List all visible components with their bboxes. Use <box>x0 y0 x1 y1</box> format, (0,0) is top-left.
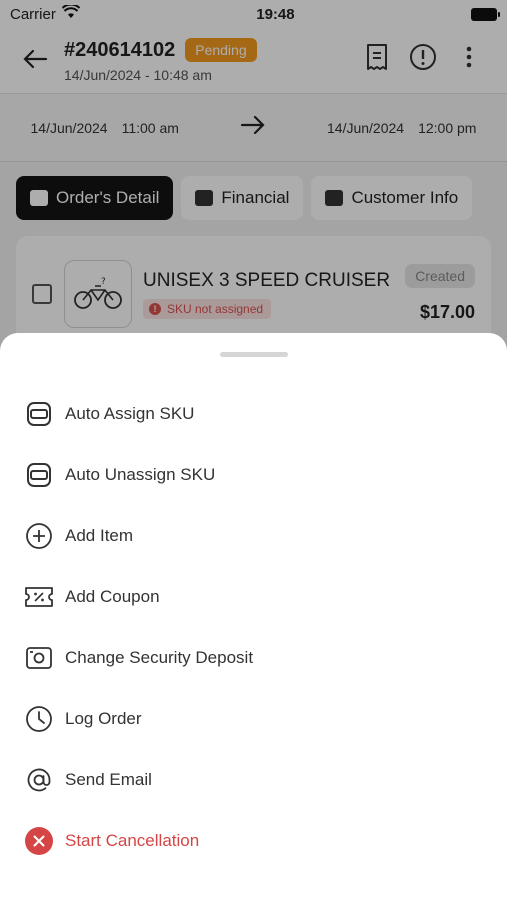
deposit-icon <box>24 643 54 673</box>
plus-circle-icon <box>24 521 54 551</box>
menu-item-label: Change Security Deposit <box>65 647 254 667</box>
menu-item-label: Auto Unassign SKU <box>65 464 216 484</box>
menu-item-label: Add Item <box>65 525 134 545</box>
sku-unassign-icon <box>24 460 54 490</box>
log-order-button[interactable]: Log Order <box>0 688 507 749</box>
add-coupon-button[interactable]: Add Coupon <box>0 566 507 627</box>
sku-assign-icon <box>24 399 54 429</box>
menu-item-label: Auto Assign SKU <box>65 403 195 423</box>
send-email-button[interactable]: Send Email <box>0 749 507 810</box>
at-icon <box>24 765 54 795</box>
start-cancellation-button[interactable]: Start Cancellation <box>0 810 507 871</box>
actions-menu: Auto Assign SKU Auto Unassign SKU Add It… <box>0 383 507 871</box>
clock-icon <box>24 704 54 734</box>
sheet-grabber[interactable] <box>220 352 288 357</box>
coupon-icon <box>24 582 54 612</box>
menu-item-label: Send Email <box>65 769 152 789</box>
change-security-deposit-button[interactable]: Change Security Deposit <box>0 627 507 688</box>
actions-bottom-sheet: Auto Assign SKU Auto Unassign SKU Add It… <box>0 333 507 900</box>
menu-item-label: Start Cancellation <box>65 830 200 850</box>
menu-item-label: Log Order <box>65 708 142 728</box>
menu-item-label: Add Coupon <box>65 586 160 606</box>
auto-assign-sku-button[interactable]: Auto Assign SKU <box>0 383 507 444</box>
add-item-button[interactable]: Add Item <box>0 505 507 566</box>
auto-unassign-sku-button[interactable]: Auto Unassign SKU <box>0 444 507 505</box>
cancel-icon <box>24 826 54 856</box>
